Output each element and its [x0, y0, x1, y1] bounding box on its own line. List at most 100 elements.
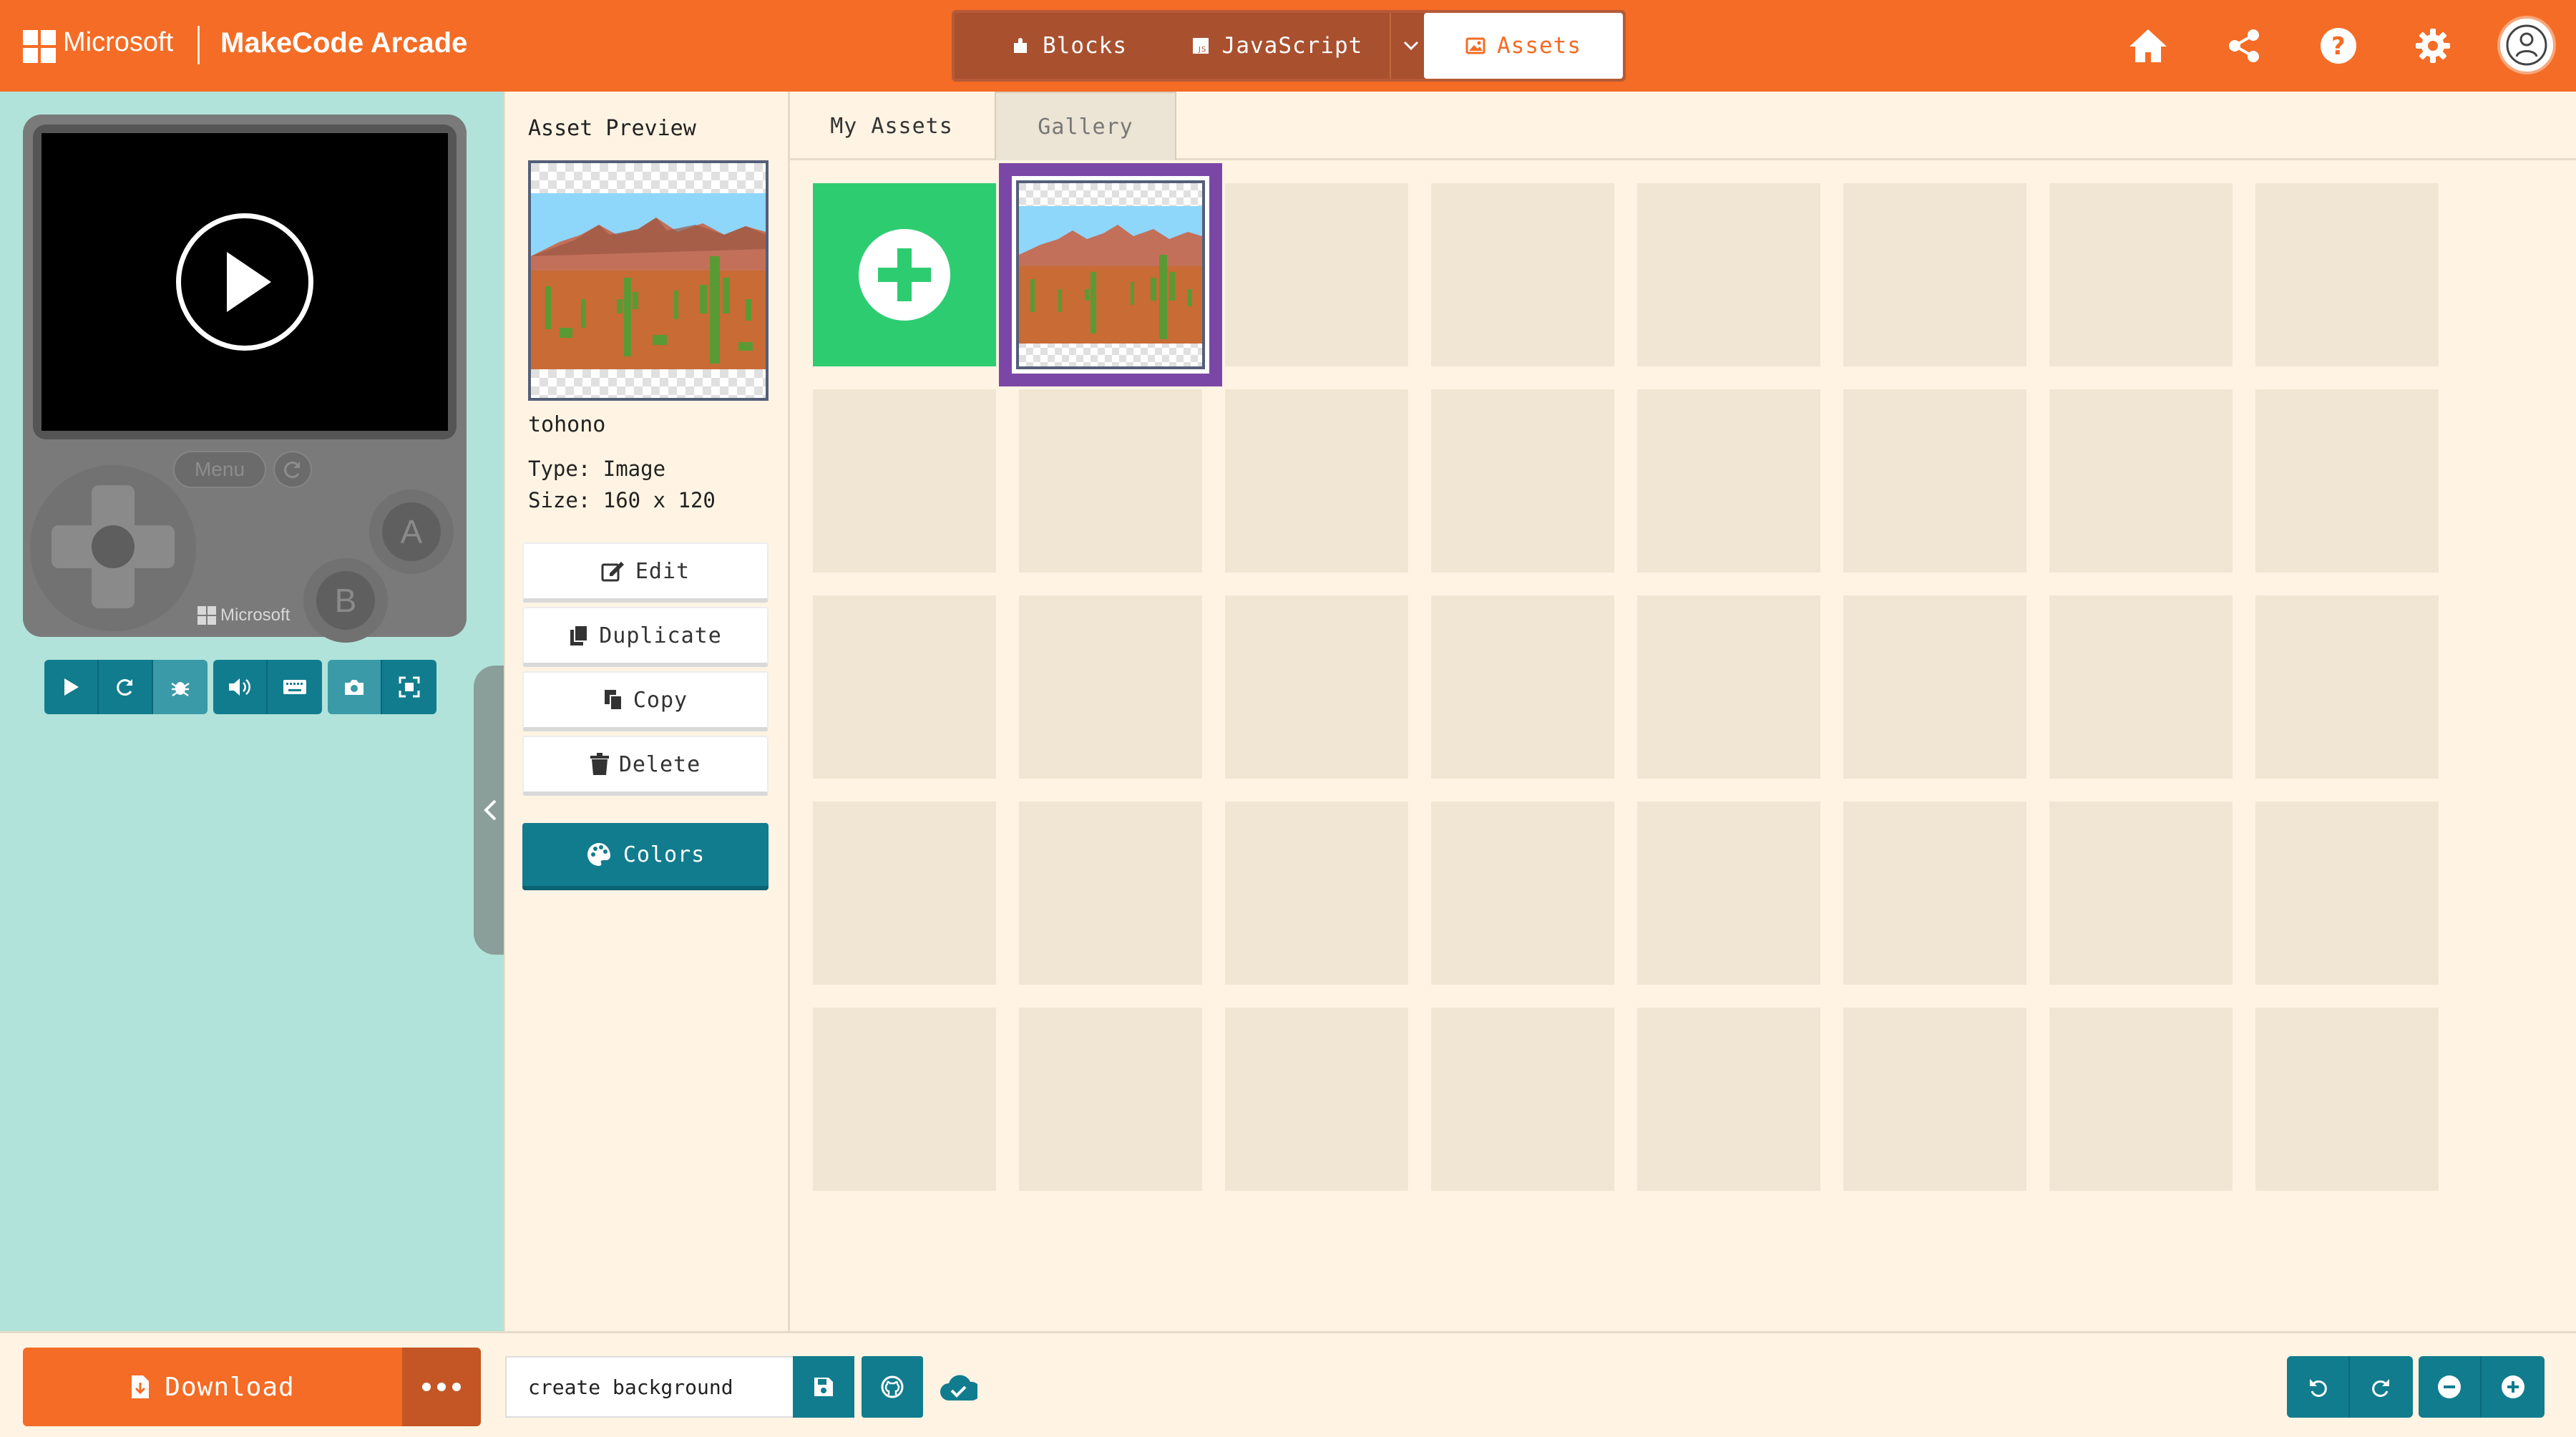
play-icon[interactable]	[44, 660, 99, 714]
save-button[interactable]	[793, 1356, 854, 1418]
selected-asset-outline	[999, 163, 1222, 386]
tab-javascript-label: JavaScript	[1221, 33, 1363, 59]
asset-preview-image	[528, 160, 769, 401]
download-button[interactable]: Download	[23, 1348, 402, 1426]
microsoft-logo-icon[interactable]	[23, 30, 56, 63]
sound-icon[interactable]	[213, 660, 268, 714]
empty-asset-slot	[2255, 595, 2439, 779]
fullscreen-icon[interactable]	[382, 660, 436, 714]
menu-button[interactable]: Menu	[173, 451, 266, 488]
game-console: Menu A B Microsoft	[23, 115, 467, 643]
empty-asset-slot	[1225, 595, 1408, 779]
github-button[interactable]	[862, 1356, 923, 1418]
github-icon	[881, 1375, 904, 1398]
undo-icon[interactable]	[2287, 1356, 2350, 1418]
empty-asset-slot	[1431, 389, 1614, 573]
empty-asset-slot	[1637, 802, 1820, 985]
empty-asset-slot	[1637, 183, 1820, 366]
dpad-center	[92, 525, 135, 568]
image-icon	[1465, 37, 1485, 54]
js-file-icon: JS	[1192, 38, 1209, 54]
collapse-simulator-button[interactable]	[474, 666, 507, 955]
empty-asset-slot	[2049, 802, 2233, 985]
duplicate-button[interactable]: Duplicate	[522, 607, 769, 667]
asset-card-tohono[interactable]	[999, 163, 1222, 386]
empty-asset-slot	[1843, 389, 2026, 573]
empty-asset-slot	[1225, 389, 1408, 573]
asset-type: Type: Image	[528, 457, 666, 481]
asset-name: tohono	[528, 412, 606, 437]
app-title[interactable]: MakeCode Arcade	[220, 27, 467, 59]
empty-asset-slot	[1431, 595, 1614, 779]
download-button-label: Download	[165, 1372, 295, 1402]
redo-icon[interactable]	[2350, 1356, 2413, 1418]
user-avatar[interactable]	[2497, 16, 2556, 74]
chevron-down-icon	[1403, 41, 1419, 51]
sim-group-run	[44, 660, 208, 714]
screenshot-icon[interactable]	[328, 660, 382, 714]
project-name-input[interactable]	[505, 1356, 794, 1418]
empty-asset-slot	[1225, 802, 1408, 985]
dpad[interactable]	[30, 465, 196, 631]
empty-asset-slot	[2255, 1008, 2439, 1191]
tab-gallery[interactable]: Gallery	[995, 92, 1176, 160]
empty-asset-slot	[1019, 802, 1202, 985]
zoom-group	[2419, 1356, 2545, 1418]
tab-blocks[interactable]: Blocks	[983, 13, 1155, 79]
colors-button[interactable]: Colors	[522, 823, 769, 890]
puzzle-icon	[1014, 38, 1027, 53]
delete-button[interactable]: Delete	[522, 736, 769, 796]
empty-asset-slot	[1637, 389, 1820, 573]
play-icon[interactable]	[176, 213, 313, 351]
sim-group-io	[213, 660, 322, 714]
empty-asset-slot	[1019, 389, 1202, 573]
asset-thumbnail	[1016, 180, 1205, 369]
empty-asset-slot	[1019, 1008, 1202, 1191]
delete-button-label: Delete	[618, 751, 701, 777]
more-options-button[interactable]	[402, 1348, 481, 1426]
header-divider	[197, 26, 200, 64]
settings-icon[interactable]	[2410, 23, 2456, 69]
add-asset-button[interactable]	[813, 183, 996, 366]
reset-icon[interactable]	[273, 451, 312, 488]
share-icon[interactable]	[2221, 23, 2267, 69]
empty-asset-slot	[1019, 595, 1202, 779]
button-a[interactable]: A	[369, 489, 454, 574]
empty-asset-slot	[1843, 1008, 2026, 1191]
home-icon[interactable]	[2125, 23, 2171, 69]
tab-assets-label: Assets	[1497, 33, 1581, 59]
tab-my-assets[interactable]: My Assets	[790, 92, 993, 160]
tab-assets[interactable]: Assets	[1424, 13, 1623, 79]
asset-tabs: My Assets Gallery	[790, 92, 2576, 160]
undo-redo-group	[2287, 1356, 2413, 1418]
tab-javascript[interactable]: JS JavaScript	[1169, 13, 1384, 79]
microsoft-brand[interactable]: Microsoft	[63, 27, 173, 58]
empty-asset-slot	[2255, 389, 2439, 573]
help-icon[interactable]: ?	[2316, 23, 2361, 69]
button-b-label: B	[316, 571, 375, 630]
colors-button-label: Colors	[623, 842, 706, 867]
empty-asset-slot	[1637, 595, 1820, 779]
edit-button[interactable]: Edit	[522, 542, 769, 603]
chevron-left-icon	[484, 799, 497, 821]
duplicate-icon	[570, 625, 589, 646]
game-screen[interactable]	[42, 133, 448, 431]
debug-icon[interactable]	[153, 660, 208, 714]
button-a-label: A	[382, 502, 441, 561]
zoom-out-icon[interactable]	[2419, 1356, 2482, 1418]
zoom-in-icon[interactable]	[2482, 1356, 2545, 1418]
microsoft-logo-icon	[197, 606, 216, 625]
footer-bar: Download	[0, 1331, 2576, 1437]
empty-asset-slot	[1637, 1008, 1820, 1191]
empty-asset-slot	[2255, 183, 2439, 366]
avatar-icon	[2506, 24, 2547, 66]
keyboard-icon[interactable]	[268, 660, 322, 714]
copy-button[interactable]: Copy	[522, 671, 769, 731]
screen-bezel	[33, 125, 457, 439]
button-b[interactable]: B	[303, 558, 388, 643]
empty-asset-slot	[1431, 802, 1614, 985]
download-file-icon	[132, 1375, 150, 1398]
empty-asset-slot	[2049, 595, 2233, 779]
ellipsis-icon	[422, 1383, 461, 1391]
restart-icon[interactable]	[99, 660, 153, 714]
